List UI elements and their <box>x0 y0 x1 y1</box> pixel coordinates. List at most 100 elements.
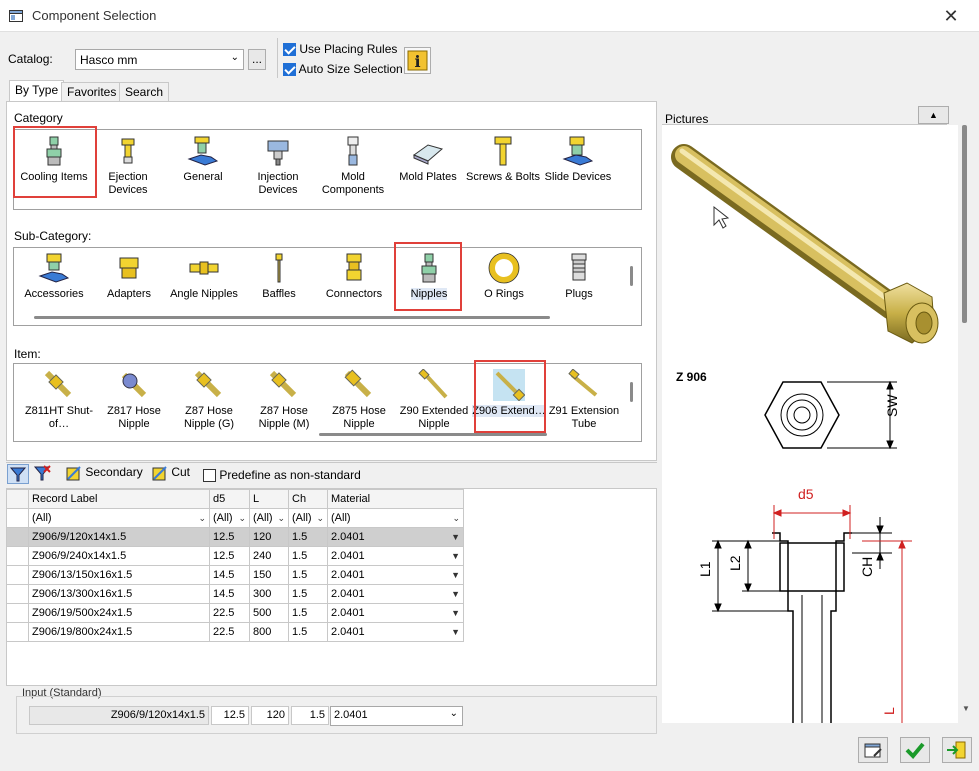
dropdown-arrow-icon[interactable]: ▼ <box>451 589 460 599</box>
properties-button[interactable] <box>858 737 888 763</box>
close-window-button[interactable]: ✕ <box>931 4 971 28</box>
input-d5[interactable]: 12.5 <box>211 706 249 725</box>
row-header[interactable] <box>6 565 29 585</box>
filter-ch[interactable]: (All) ⌄ <box>288 508 328 528</box>
info-button[interactable]: i <box>404 47 431 74</box>
cell-record-label[interactable]: Z906/13/150x16x1.5 <box>28 565 210 585</box>
cell-ch[interactable]: 1.5 <box>288 622 328 642</box>
item-z91[interactable]: Z91 Extension Tube <box>547 369 621 431</box>
subcategory-baffles[interactable]: Baffles <box>242 252 316 301</box>
dropdown-arrow-icon[interactable]: ▼ <box>451 608 460 618</box>
cell-l[interactable]: 800 <box>249 622 289 642</box>
pictures-vertical-scrollbar[interactable] <box>962 125 967 323</box>
cell-record-label[interactable]: Z906/13/300x16x1.5 <box>28 584 210 604</box>
catalog-select[interactable]: Hasco mm ⌄ <box>75 49 244 70</box>
cell-ch[interactable]: 1.5 <box>288 603 328 623</box>
category-ejection-devices[interactable]: Ejection Devices <box>91 135 165 197</box>
cell-l[interactable]: 300 <box>249 584 289 604</box>
row-header[interactable] <box>6 603 29 623</box>
table-row[interactable]: Z906/19/500x24x1.5 22.5 500 1.5 2.0401 ▼ <box>6 603 464 623</box>
category-slide-devices[interactable]: Slide Devices <box>541 135 615 184</box>
input-l[interactable]: 120 <box>251 706 289 725</box>
tab-search[interactable]: Search <box>119 82 170 101</box>
category-mold-components[interactable]: Mold Components <box>316 135 390 197</box>
item-horizontal-scrollbar[interactable] <box>319 433 547 436</box>
category-screws-bolts[interactable]: Screws & Bolts <box>466 135 540 184</box>
col-header-l[interactable]: L <box>249 489 289 509</box>
dropdown-arrow-icon[interactable]: ▼ <box>451 532 460 542</box>
cell-d5[interactable]: 22.5 <box>209 622 250 642</box>
input-record-label[interactable]: Z906/9/120x14x1.5 <box>29 706 209 725</box>
clear-filter-button[interactable] <box>32 464 54 484</box>
cell-l[interactable]: 120 <box>249 527 289 547</box>
subcategory-horizontal-scrollbar[interactable] <box>34 316 550 319</box>
scroll-down-icon[interactable]: ▼ <box>962 704 970 713</box>
row-header[interactable] <box>6 527 29 547</box>
ok-button[interactable] <box>900 737 930 763</box>
predefine-option[interactable]: Predefine as non-standard <box>203 468 361 483</box>
table-row[interactable]: Z906/9/240x14x1.5 12.5 240 1.5 2.0401 ▼ <box>6 546 464 566</box>
cell-d5[interactable]: 14.5 <box>209 584 250 604</box>
col-header-ch[interactable]: Ch <box>288 489 328 509</box>
cell-material[interactable]: 2.0401 ▼ <box>327 527 464 547</box>
subcategory-adapters[interactable]: Adapters <box>92 252 166 301</box>
col-header-material[interactable]: Material <box>327 489 464 509</box>
cell-d5[interactable]: 14.5 <box>209 565 250 585</box>
cell-ch[interactable]: 1.5 <box>288 584 328 604</box>
row-header[interactable] <box>6 546 29 566</box>
cell-record-label[interactable]: Z906/9/120x14x1.5 <box>28 527 210 547</box>
catalog-browse-button[interactable]: ... <box>248 49 266 70</box>
cell-l[interactable]: 150 <box>249 565 289 585</box>
cell-record-label[interactable]: Z906/19/500x24x1.5 <box>28 603 210 623</box>
subcategory-o-rings[interactable]: O Rings <box>467 252 541 301</box>
subcategory-angle-nipples[interactable]: Angle Nipples <box>167 252 241 301</box>
filter-d5[interactable]: (All) ⌄ <box>209 508 250 528</box>
item-z875[interactable]: Z875 Hose Nipple <box>322 369 396 431</box>
secondary-button[interactable]: Secondary <box>66 465 143 481</box>
table-row[interactable]: Z906/13/150x16x1.5 14.5 150 1.5 2.0401 ▼ <box>6 565 464 585</box>
subcategory-accessories[interactable]: Accessories <box>17 252 91 301</box>
dropdown-arrow-icon[interactable]: ▼ <box>451 570 460 580</box>
use-placing-rules-checkbox[interactable] <box>283 43 296 57</box>
category-general[interactable]: General <box>166 135 240 184</box>
item-vertical-scrollbar[interactable] <box>630 382 633 402</box>
cell-material[interactable]: 2.0401 ▼ <box>327 603 464 623</box>
exit-button[interactable] <box>942 737 972 763</box>
row-header[interactable] <box>6 622 29 642</box>
item-z87-m[interactable]: Z87 Hose Nipple (M) <box>247 369 321 431</box>
cell-material[interactable]: 2.0401 ▼ <box>327 565 464 585</box>
cell-d5[interactable]: 12.5 <box>209 527 250 547</box>
cell-record-label[interactable]: Z906/9/240x14x1.5 <box>28 546 210 566</box>
table-row[interactable]: Z906/9/120x14x1.5 12.5 120 1.5 2.0401 ▼ <box>6 527 464 547</box>
predefine-checkbox[interactable] <box>203 469 216 483</box>
category-injection-devices[interactable]: Injection Devices <box>241 135 315 197</box>
auto-size-option[interactable]: Auto Size Selection <box>283 62 403 77</box>
col-header-d5[interactable]: d5 <box>209 489 250 509</box>
use-placing-rules-option[interactable]: Use Placing Rules <box>283 42 397 57</box>
col-header-record-label[interactable]: Record Label <box>28 489 210 509</box>
standard-filter-toggle[interactable] <box>7 464 29 484</box>
input-material-select[interactable]: 2.0401 ⌄ <box>330 706 463 726</box>
cell-material[interactable]: 2.0401 ▼ <box>327 622 464 642</box>
subcategory-connectors[interactable]: Connectors <box>317 252 391 301</box>
table-row[interactable]: Z906/19/800x24x1.5 22.5 800 1.5 2.0401 ▼ <box>6 622 464 642</box>
cell-l[interactable]: 500 <box>249 603 289 623</box>
category-mold-plates[interactable]: Mold Plates <box>391 135 465 184</box>
cell-material[interactable]: 2.0401 ▼ <box>327 584 464 604</box>
dropdown-arrow-icon[interactable]: ▼ <box>451 551 460 561</box>
subcategory-vertical-scrollbar[interactable] <box>630 266 633 286</box>
cell-l[interactable]: 240 <box>249 546 289 566</box>
cell-record-label[interactable]: Z906/19/800x24x1.5 <box>28 622 210 642</box>
cut-button[interactable]: Cut <box>152 465 190 481</box>
item-z87-g[interactable]: Z87 Hose Nipple (G) <box>172 369 246 431</box>
cell-d5[interactable]: 12.5 <box>209 546 250 566</box>
filter-record-label[interactable]: (All) ⌄ <box>28 508 210 528</box>
item-z817[interactable]: Z817 Hose Nipple <box>97 369 171 431</box>
auto-size-checkbox[interactable] <box>283 63 296 77</box>
filter-l[interactable]: (All) ⌄ <box>249 508 289 528</box>
cell-d5[interactable]: 22.5 <box>209 603 250 623</box>
item-z811ht[interactable]: Z811HT Shut-of… <box>22 369 96 431</box>
cell-ch[interactable]: 1.5 <box>288 527 328 547</box>
dropdown-arrow-icon[interactable]: ▼ <box>451 627 460 637</box>
collapse-pictures-button[interactable]: ▲ <box>918 106 949 124</box>
